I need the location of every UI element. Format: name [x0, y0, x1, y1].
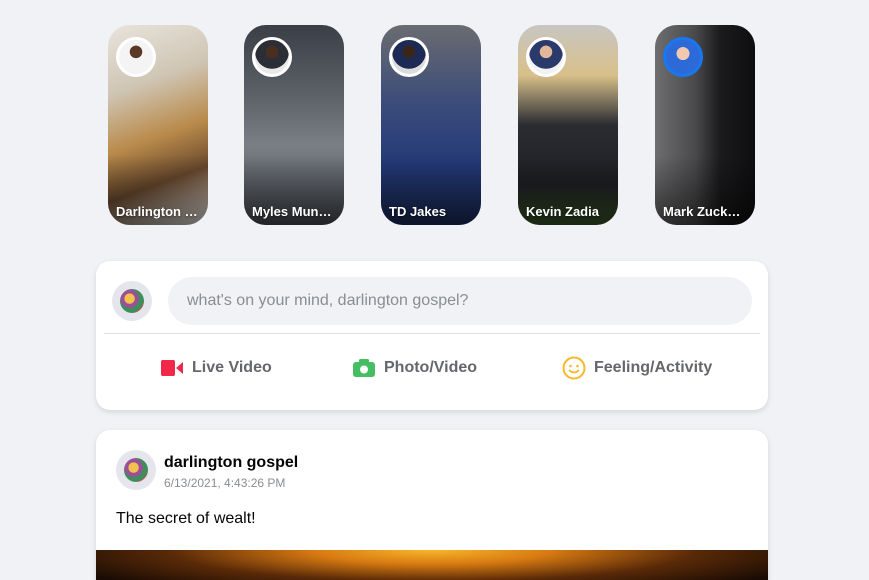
live-video-button[interactable]: Live Video	[160, 353, 272, 383]
story-card-myles[interactable]: Myles Munroe	[244, 25, 344, 225]
photo-video-button[interactable]: Photo/Video	[352, 353, 477, 383]
story-name: Myles Munroe	[252, 204, 336, 219]
photo-video-label: Photo/Video	[384, 359, 478, 376]
video-camera-icon	[160, 359, 184, 377]
story-avatar	[252, 37, 292, 77]
story-card-tdjakes[interactable]: TD Jakes	[381, 25, 481, 225]
post-author[interactable]: darlington gospel	[164, 454, 298, 472]
story-avatar	[663, 37, 703, 77]
post-image[interactable]	[96, 550, 768, 580]
story-card-kevin[interactable]: Kevin Zadia	[518, 25, 618, 225]
divider	[104, 333, 760, 334]
story-avatar	[389, 37, 429, 77]
story-avatar	[526, 37, 566, 77]
story-name: Kevin Zadia	[526, 204, 599, 219]
post-timestamp: 6/13/2021, 4:43:26 PM	[164, 476, 286, 490]
post-text: The secret of wealt!	[116, 510, 256, 527]
feeling-activity-button[interactable]: Feeling/Activity	[562, 353, 712, 383]
story-avatar	[116, 37, 156, 77]
user-avatar[interactable]	[112, 281, 152, 321]
author-avatar[interactable]	[116, 450, 156, 490]
story-name: Mark Zuckerberg	[663, 204, 747, 219]
status-input[interactable]	[168, 277, 752, 325]
feeling-activity-label: Feeling/Activity	[594, 359, 713, 376]
post-card: darlington gospel 6/13/2021, 4:43:26 PM …	[96, 430, 768, 580]
story-name: Darlington gospel	[116, 204, 200, 219]
smiley-icon	[562, 356, 586, 380]
story-card-mark[interactable]: Mark Zuckerberg	[655, 25, 755, 225]
camera-icon	[352, 358, 376, 378]
post-composer: Live Video Photo/Video Feeling/Activity	[96, 261, 768, 410]
live-video-label: Live Video	[192, 359, 272, 376]
story-name: TD Jakes	[389, 204, 447, 219]
stories-row: Darlington gospel Myles Munroe TD Jakes …	[0, 0, 869, 240]
story-card-darlington[interactable]: Darlington gospel	[108, 25, 208, 225]
